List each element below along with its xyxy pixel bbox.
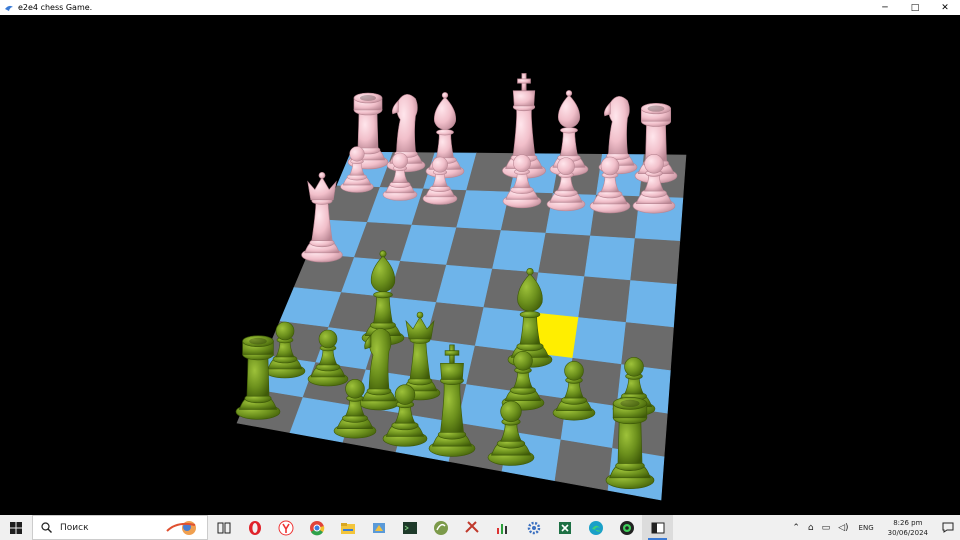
volume-icon[interactable]: ◁) [838,523,848,533]
file-explorer-icon [340,522,355,534]
taskbar-app-app-stats[interactable] [487,515,518,540]
game-viewport[interactable] [0,15,960,515]
board-square[interactable] [554,439,613,491]
search-icon [41,522,52,533]
yandex-icon [278,520,293,535]
network-icon[interactable]: ⌂ [808,523,814,533]
taskbar-app-edge[interactable] [580,515,611,540]
taskbar: Поиск ⌃ ⌂ ▭ ◁) ENG 8:26 pm 30/06/2024 [0,515,960,540]
excel-icon [558,521,571,534]
board-square[interactable] [578,276,631,323]
chevron-up-icon[interactable]: ⌃ [792,523,800,533]
taskbar-app-file-explorer[interactable] [332,515,363,540]
battery-icon[interactable]: ▭ [822,523,831,533]
start-button[interactable] [0,515,32,540]
app-tools-icon [464,520,479,533]
taskbar-app-excel[interactable] [549,515,580,540]
board-square[interactable] [630,238,681,285]
taskbar-app-chrome[interactable] [301,515,332,540]
terminal-icon [402,521,417,534]
title-bar: e2e4 chess Game. ─ □ ✕ [0,0,960,15]
clock-date: 30/06/2024 [887,528,928,537]
app-icon [5,5,13,11]
app-settings-icon [527,521,540,534]
search-placeholder: Поиск [60,522,89,533]
taskbar-app-app-tools[interactable] [456,515,487,540]
chess-scene[interactable] [0,15,960,515]
app-stats-icon [496,523,507,534]
chess-game-icon [651,522,664,533]
board-square[interactable] [435,264,493,308]
minimize-button[interactable]: ─ [870,0,900,15]
window-title: e2e4 chess Game. [18,3,93,12]
taskbar-app-task-view[interactable] [208,515,239,540]
taskbar-app-app-settings[interactable] [518,515,549,540]
windows-logo-icon [10,521,22,534]
notifications-icon[interactable] [936,522,960,533]
taskbar-app-app-camera[interactable] [611,515,642,540]
clock-time: 8:26 pm [893,518,923,527]
board-square[interactable] [492,230,547,274]
opera-icon [248,520,261,535]
board-square[interactable] [538,232,591,278]
search-highlight-icon [166,521,196,535]
board-square[interactable] [446,227,502,270]
taskbar-app-app-paint[interactable] [363,515,394,540]
taskbar-app-chess-game[interactable] [642,515,673,540]
board-square[interactable] [425,302,485,347]
app-camera-icon [619,520,634,535]
edge-icon [588,520,603,535]
close-button[interactable]: ✕ [930,0,960,15]
app-ink-icon [433,520,448,535]
clock[interactable]: 8:26 pm 30/06/2024 [888,518,928,538]
system-tray: ⌃ ⌂ ▭ ◁) ENG 8:26 pm 30/06/2024 [788,515,960,540]
chrome-icon [309,520,324,535]
taskbar-app-terminal[interactable] [394,515,425,540]
board-square[interactable] [625,280,677,328]
board-square[interactable] [572,317,627,365]
taskbar-app-opera[interactable] [239,515,270,540]
app-paint-icon [372,522,385,533]
task-view-icon [217,522,230,533]
maximize-button[interactable]: □ [900,0,930,15]
search-box[interactable]: Поиск [32,515,208,540]
language-indicator[interactable]: ENG [859,524,874,532]
taskbar-app-yandex[interactable] [270,515,301,540]
taskbar-app-app-ink[interactable] [425,515,456,540]
board-square[interactable] [584,235,636,281]
